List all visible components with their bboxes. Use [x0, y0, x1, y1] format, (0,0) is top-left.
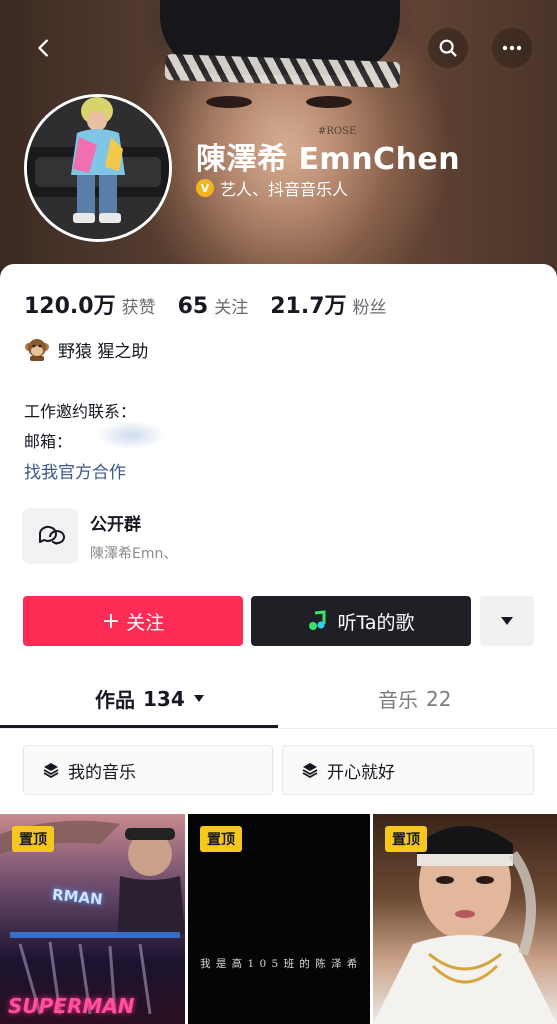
stat-followers-label: 粉丝: [352, 298, 387, 318]
pinned-badge: 置顶: [12, 826, 54, 852]
tab-music-count: 22: [426, 686, 452, 711]
video-thumbnail-2[interactable]: 置顶 我 是 高 1 0 5 班 的 陈 泽 希: [188, 814, 370, 1024]
listen-songs-button[interactable]: 听Ta的歌: [251, 596, 471, 646]
layers-icon: [302, 763, 318, 779]
group-chat-icon: [22, 508, 78, 564]
more-actions-dropdown[interactable]: [480, 596, 534, 646]
listen-label: 听Ta的歌: [337, 611, 415, 634]
video-thumbnail-3[interactable]: 置顶: [373, 814, 557, 1024]
tab-divider: [0, 728, 557, 729]
group-subtitle: 陳澤希Emn、: [90, 545, 178, 562]
header-photo-eye-left: [206, 96, 252, 108]
tab-music-label: 音乐: [378, 688, 418, 712]
bio-line: 野猿 猩之助: [24, 336, 148, 362]
follow-button[interactable]: + 关注: [23, 596, 243, 646]
work-contact-text: 工作邀约联系：: [24, 402, 137, 421]
stats-row: 120.0万 获赞 65 关注 21.7万 粉丝: [24, 288, 387, 320]
plus-icon: +: [101, 608, 121, 634]
search-icon: [439, 39, 457, 57]
avatar[interactable]: [24, 94, 172, 242]
monkey-emoji-icon: [25, 339, 49, 361]
email-text: 邮箱：: [24, 432, 73, 451]
verified-badge-icon: V: [196, 179, 214, 197]
public-group-card[interactable]: 公开群 陳澤希Emn、: [22, 508, 177, 564]
stat-following-label: 关注: [214, 298, 249, 318]
header-photo-eye-right: [306, 96, 352, 108]
stat-likes-value: 120.0万: [24, 294, 116, 319]
stat-following-value: 65: [177, 294, 209, 319]
music-note-icon: [309, 610, 326, 630]
pinned-badge: 置顶: [200, 826, 242, 852]
group-title: 公开群: [90, 514, 141, 535]
stat-followers[interactable]: 21.7万 粉丝: [270, 288, 386, 320]
collection-label: 我的音乐: [68, 762, 136, 783]
tab-works-count: 134: [143, 686, 185, 711]
tab-works-label: 作品: [95, 688, 135, 712]
video-thumbnail-1[interactable]: 置顶 RMAN SUPERMAN: [0, 814, 185, 1024]
pinned-badge: 置顶: [385, 826, 427, 852]
profile-card: 120.0万 获赞 65 关注 21.7万 粉丝 野猿 猩之助 工作邀约联系： 邮箱：…: [0, 264, 557, 1024]
collection-label: 开心就好: [327, 762, 395, 783]
more-dots-icon: [502, 45, 522, 51]
back-button[interactable]: [24, 28, 64, 68]
stat-likes[interactable]: 120.0万 获赞: [24, 288, 156, 320]
layers-icon: [43, 763, 59, 779]
chevron-left-icon: [38, 39, 48, 57]
stat-following[interactable]: 65 关注: [178, 293, 249, 319]
tab-works[interactable]: 作品 134: [95, 684, 205, 713]
tab-music[interactable]: 音乐 22: [378, 684, 451, 713]
follow-label: 关注: [126, 611, 165, 634]
triangle-down-icon: [501, 617, 513, 625]
more-options-button[interactable]: [492, 28, 532, 68]
verified-text: 艺人、抖音音乐人: [220, 180, 349, 199]
redacted-blur: [96, 420, 166, 450]
profile-header-background: #ROSE 陳澤希 EmnChen V 艺人、抖音音乐人: [0, 0, 557, 300]
search-button[interactable]: [428, 28, 468, 68]
stat-followers-value: 21.7万: [270, 294, 347, 319]
caret-down-icon: [193, 695, 204, 702]
collection-my-music[interactable]: 我的音乐: [23, 745, 273, 795]
verified-row: V 艺人、抖音音乐人: [196, 176, 348, 200]
profile-name: 陳澤希 EmnChen: [196, 142, 461, 177]
avatar-photo: [27, 97, 169, 239]
official-cooperation-link[interactable]: 找我官方合作: [24, 458, 126, 483]
stat-likes-label: 获赞: [121, 298, 156, 318]
video-2-caption: 我 是 高 1 0 5 班 的 陈 泽 希: [200, 958, 359, 970]
collection-happy[interactable]: 开心就好: [282, 745, 534, 795]
video-1-overlay-text: SUPERMAN: [8, 994, 135, 1018]
bio-text: 野猿 猩之助: [58, 341, 149, 362]
